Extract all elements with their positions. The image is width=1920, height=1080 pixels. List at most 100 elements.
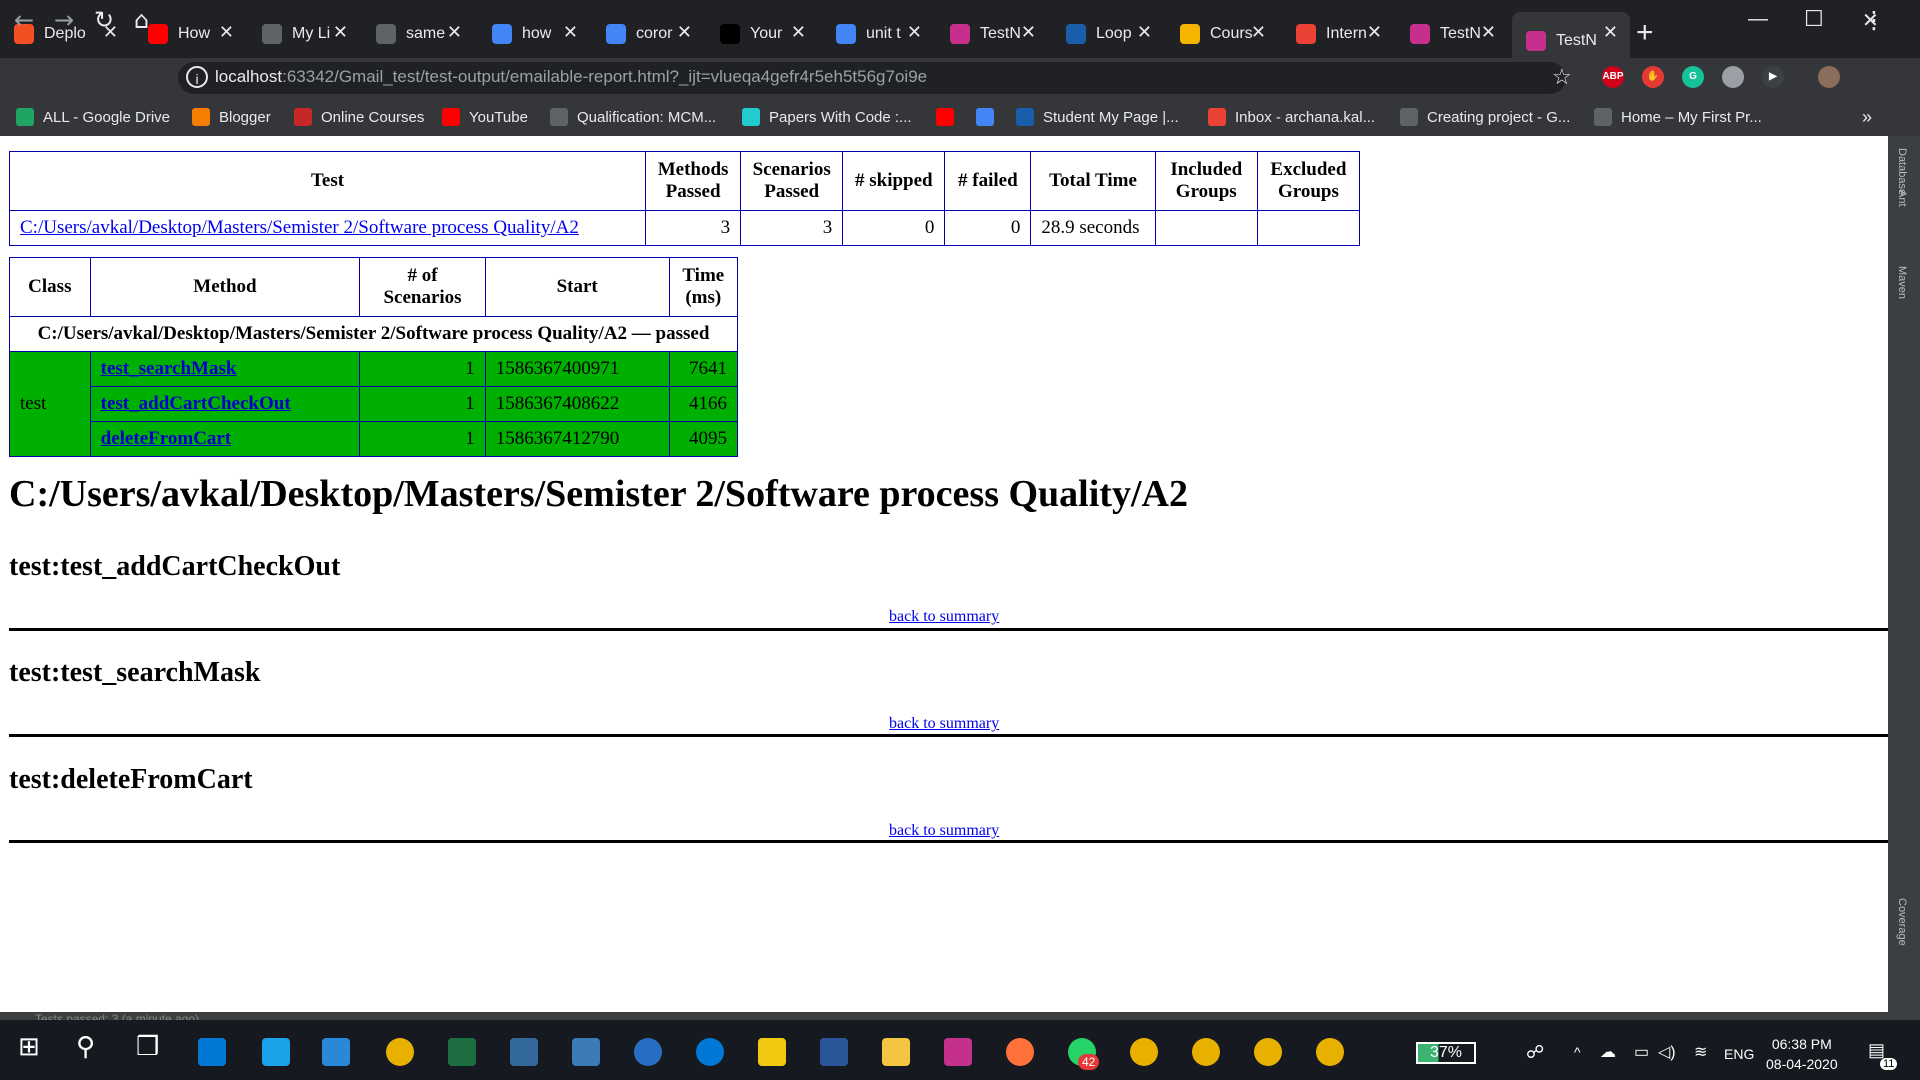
url-text[interactable]: localhost:63342/Gmail_test/test-output/e…	[215, 67, 927, 87]
coursera-icon	[1180, 24, 1200, 44]
minimize-button[interactable]: —	[1748, 8, 1768, 31]
tab-close-icon[interactable]: ✕	[1603, 22, 1618, 43]
section-divider	[9, 734, 1888, 737]
mysql-icon[interactable]	[510, 1038, 538, 1066]
tab[interactable]: Cours ✕	[1166, 12, 1278, 56]
extension-icon[interactable]	[1722, 66, 1744, 88]
firefox-icon[interactable]	[1006, 1038, 1034, 1066]
tab-close-icon[interactable]: ✕	[1481, 22, 1496, 43]
chrome-profile-icon[interactable]	[1130, 1038, 1158, 1066]
back-to-summary-link[interactable]: back to summary	[889, 715, 999, 733]
battery-indicator[interactable]: 37%	[1416, 1042, 1476, 1064]
bookmark-item[interactable]: Creating project - G...	[1400, 106, 1570, 128]
new-tab-button[interactable]: +	[1636, 16, 1654, 50]
bookmark-item[interactable]: ALL - Google Drive	[16, 106, 170, 128]
r-icon[interactable]	[634, 1038, 662, 1066]
bookmark-star-icon[interactable]: ☆	[1552, 64, 1572, 90]
reload-icon[interactable]: ↻	[94, 6, 114, 34]
store-icon[interactable]	[198, 1038, 226, 1066]
bookmark-item[interactable]	[936, 106, 963, 128]
tab-close-icon[interactable]: ✕	[907, 22, 922, 43]
clock[interactable]: 06:38 PM 08-04-2020	[1766, 1034, 1838, 1074]
coverage-panel-tab[interactable]: Coverage	[1896, 898, 1908, 946]
tab-close-icon[interactable]: ✕	[1367, 22, 1382, 43]
tab[interactable]: unit t ✕	[822, 12, 934, 56]
extension-icon[interactable]: G	[1682, 66, 1704, 88]
tab-close-icon[interactable]: ✕	[563, 22, 578, 43]
test-suite-link[interactable]: C:/Users/avkal/Desktop/Masters/Semister …	[20, 217, 579, 238]
bookmark-item[interactable]: Papers With Code :...	[742, 106, 912, 128]
wifi-icon[interactable]: ≋	[1694, 1042, 1707, 1062]
chrome-window-icon[interactable]	[1254, 1038, 1282, 1066]
tableau-icon[interactable]	[572, 1038, 600, 1066]
tab[interactable]: My Li ✕	[248, 12, 360, 56]
chevron-up-icon[interactable]: ^	[1574, 1044, 1581, 1060]
bookmark-item[interactable]: Online Courses	[294, 106, 424, 128]
tab[interactable]: TestN ✕	[1396, 12, 1508, 56]
mail-icon[interactable]	[322, 1038, 350, 1066]
chrome-window-icon[interactable]	[1192, 1038, 1220, 1066]
extension-icon[interactable]: ABP	[1602, 66, 1624, 88]
site-info-icon[interactable]: i	[186, 66, 208, 88]
onedrive-icon[interactable]: ☁	[1600, 1042, 1616, 1062]
method-link[interactable]: deleteFromCart	[101, 428, 231, 449]
start-windows-icon[interactable]: ⊞	[18, 1032, 40, 1062]
bookmark-item[interactable]: Home – My First Pr...	[1594, 106, 1762, 128]
tab[interactable]: coror ✕	[592, 12, 704, 56]
tab[interactable]: How ✕	[134, 12, 246, 56]
bookmark-item[interactable]: YouTube	[442, 106, 528, 128]
back-to-summary-link[interactable]: back to summary	[889, 822, 999, 840]
tab[interactable]: Intern ✕	[1282, 12, 1394, 56]
edge-icon[interactable]	[696, 1038, 724, 1066]
volume-icon[interactable]: ◁)	[1658, 1042, 1676, 1062]
tab[interactable]: how ✕	[478, 12, 590, 56]
forward-arrow-icon[interactable]: →	[54, 6, 74, 34]
bookmark-item[interactable]: Inbox - archana.kal...	[1208, 106, 1375, 128]
database-panel-tab[interactable]: Database	[1896, 148, 1908, 195]
excel-icon[interactable]	[448, 1038, 476, 1066]
intellij-icon[interactable]	[944, 1038, 972, 1066]
word-icon[interactable]	[820, 1038, 848, 1066]
file-explorer-icon[interactable]	[882, 1038, 910, 1066]
battery-tray-icon[interactable]: ▭	[1634, 1042, 1649, 1062]
people-icon[interactable]: ☍	[1526, 1042, 1544, 1063]
tab-close-icon[interactable]: ✕	[1137, 22, 1152, 43]
back-to-summary-link[interactable]: back to summary	[889, 608, 999, 626]
tab[interactable]: Loop ✕	[1052, 12, 1164, 56]
bookmarks-overflow-icon[interactable]: »	[1862, 106, 1872, 128]
extension-icon[interactable]: ▶	[1762, 66, 1784, 88]
table-row: test_addCartCheckOut 1 1586367408622 416…	[10, 386, 739, 422]
task-view-icon[interactable]: ❒	[136, 1032, 159, 1062]
youtube-icon	[148, 24, 168, 44]
chrome-icon[interactable]	[386, 1038, 414, 1066]
tab-close-icon[interactable]: ✕	[1021, 22, 1036, 43]
tab-close-icon[interactable]: ✕	[791, 22, 806, 43]
language-indicator[interactable]: ENG	[1724, 1046, 1754, 1062]
back-arrow-icon[interactable]: ←	[14, 6, 34, 34]
powerbi-icon[interactable]	[758, 1038, 786, 1066]
tab-close-icon[interactable]: ✕	[1251, 22, 1266, 43]
ant-panel-tab[interactable]: Ant	[1896, 190, 1908, 207]
bookmark-item[interactable]: Qualification: MCM...	[550, 106, 716, 128]
menu-kebab-icon[interactable]: ⋮	[1862, 6, 1886, 34]
profile-avatar[interactable]	[1818, 66, 1840, 88]
tab-close-icon[interactable]: ✕	[333, 22, 348, 43]
tab[interactable]: Your ✕	[706, 12, 818, 56]
tab[interactable]: TestN ✕	[936, 12, 1048, 56]
bookmark-item[interactable]: Blogger	[192, 106, 271, 128]
method-link[interactable]: test_addCartCheckOut	[101, 393, 291, 414]
bookmark-item[interactable]	[976, 106, 1003, 128]
maximize-button[interactable]: ☐	[1804, 6, 1824, 32]
lync-icon[interactable]	[262, 1038, 290, 1066]
home-icon[interactable]: ⌂	[134, 6, 149, 34]
tab-close-icon[interactable]: ✕	[447, 22, 462, 43]
bookmark-item[interactable]: Student My Page |...	[1016, 106, 1179, 128]
extension-icon[interactable]: ✋	[1642, 66, 1664, 88]
tab-close-icon[interactable]: ✕	[677, 22, 692, 43]
search-icon[interactable]: ⚲	[76, 1032, 95, 1062]
method-link[interactable]: test_searchMask	[101, 358, 237, 379]
tab[interactable]: same ✕	[362, 12, 474, 56]
maven-panel-tab[interactable]: Maven	[1896, 266, 1908, 299]
chrome-window-icon[interactable]	[1316, 1038, 1344, 1066]
tab-close-icon[interactable]: ✕	[219, 22, 234, 43]
